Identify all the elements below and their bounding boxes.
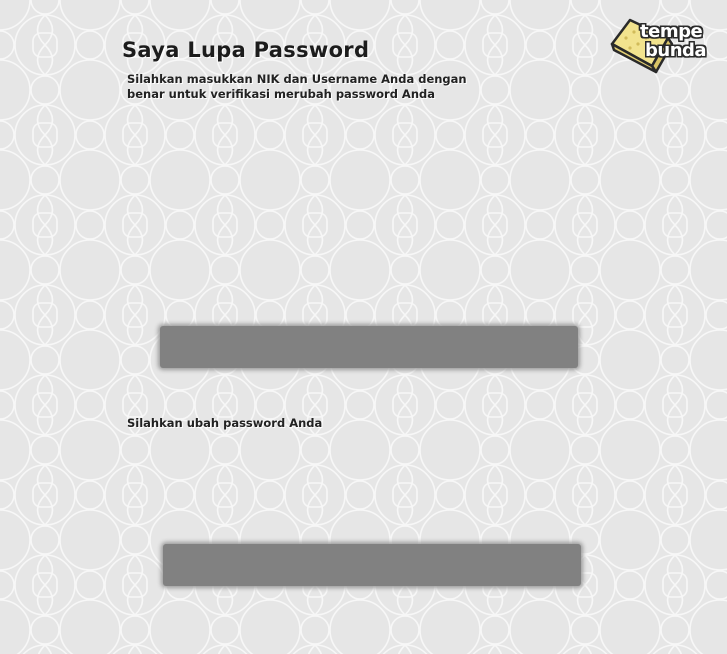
logo-word-tempe: tempe [640, 21, 703, 42]
logo-word-bunda: bunda [645, 40, 707, 61]
verification-instruction: Silahkan masukkan NIK dan Username Anda … [127, 72, 467, 101]
change-password-form-redacted [163, 544, 581, 586]
verification-form-redacted [160, 326, 578, 368]
change-password-instruction: Silahkan ubah password Anda [127, 416, 323, 430]
tempe-bunda-logo: tempe bunda [608, 14, 718, 74]
page-title: Saya Lupa Password [122, 38, 370, 62]
